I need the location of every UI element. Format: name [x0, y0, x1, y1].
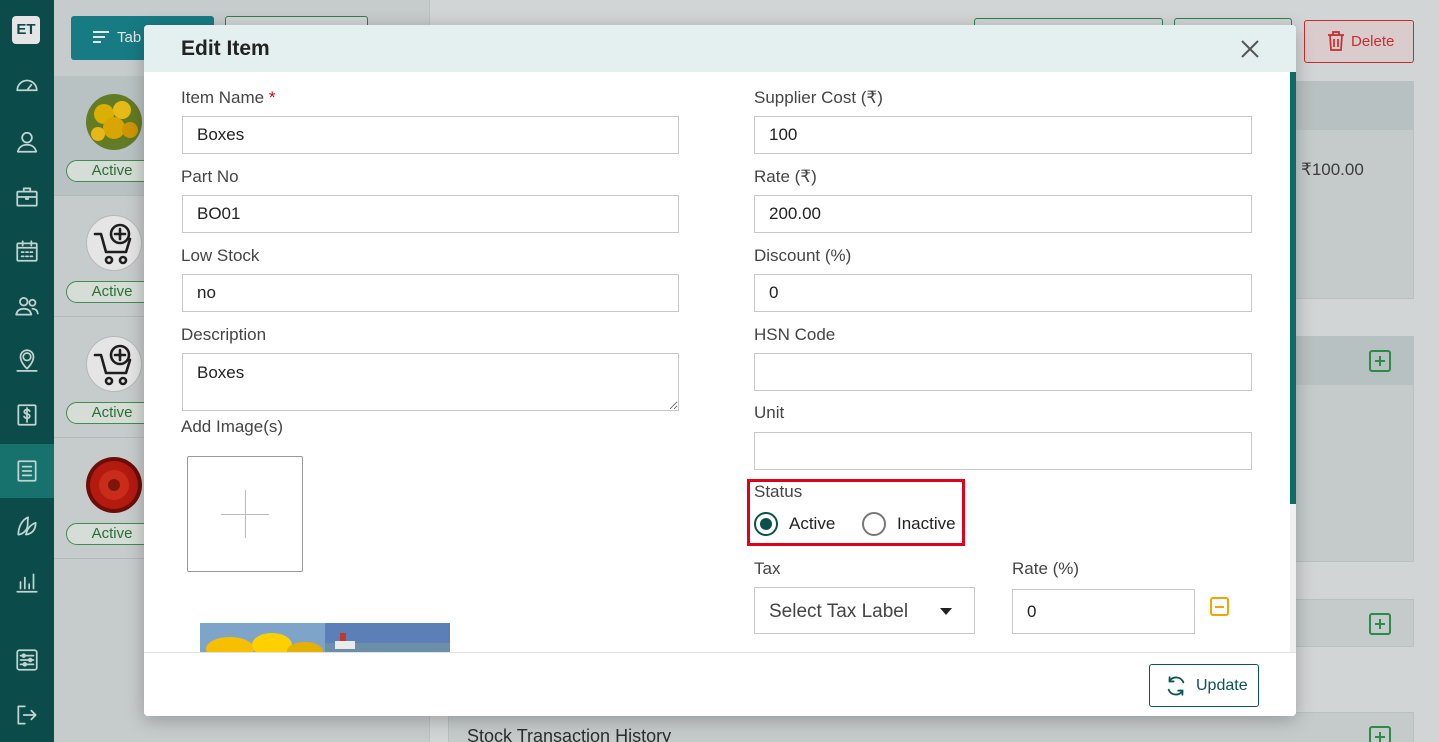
- discount-label: Discount (%): [754, 246, 852, 265]
- status-active-radio[interactable]: [754, 512, 778, 536]
- rate-input[interactable]: [754, 195, 1252, 233]
- modal-header: Edit Item: [144, 25, 1296, 72]
- tax-rate-input[interactable]: [1012, 589, 1195, 634]
- discount-input[interactable]: [754, 274, 1252, 312]
- unit-label: Unit: [754, 403, 785, 422]
- supplier-cost-label: Supplier Cost (₹): [754, 88, 883, 107]
- edit-item-modal: Edit Item Item Name * Part No Low Stock …: [144, 25, 1296, 716]
- rate-label: Rate (₹): [754, 167, 817, 186]
- required-mark: *: [268, 88, 276, 107]
- low-stock-label: Low Stock: [181, 246, 260, 265]
- image-preview: [200, 623, 450, 653]
- hsn-code-label: HSN Code: [754, 325, 836, 344]
- remove-tax-icon[interactable]: [1210, 597, 1229, 616]
- add-image-button[interactable]: [187, 456, 303, 572]
- item-name-label: Item Name *: [181, 88, 276, 107]
- low-stock-input[interactable]: [182, 274, 679, 312]
- tax-rate-label: Rate (%): [1012, 559, 1080, 578]
- hsn-code-input[interactable]: [754, 353, 1252, 391]
- caret-down-icon: [940, 608, 952, 615]
- tax-select-placeholder: Select Tax Label: [769, 601, 909, 622]
- description-textarea[interactable]: Boxes: [182, 353, 679, 411]
- status-label: Status: [754, 482, 803, 501]
- status-inactive-label[interactable]: Inactive: [897, 514, 956, 534]
- refresh-icon: [1167, 676, 1185, 696]
- supplier-cost-input[interactable]: [754, 116, 1252, 154]
- close-icon: [1241, 40, 1259, 58]
- tax-select[interactable]: Select Tax Label: [754, 587, 975, 634]
- part-no-input[interactable]: [182, 195, 679, 233]
- modal-title: Edit Item: [181, 37, 270, 60]
- add-images-label: Add Image(s): [181, 417, 284, 436]
- modal-scrollbar[interactable]: [1290, 72, 1296, 504]
- modal-footer: Update: [144, 652, 1296, 716]
- tax-label: Tax: [754, 559, 781, 578]
- status-inactive-radio[interactable]: [862, 512, 886, 536]
- item-name-input[interactable]: [182, 116, 679, 154]
- close-button[interactable]: [1238, 37, 1262, 61]
- unit-input[interactable]: [754, 432, 1252, 470]
- update-button[interactable]: Update: [1149, 664, 1259, 707]
- update-button-label: Update: [1196, 677, 1248, 694]
- part-no-label: Part No: [181, 167, 239, 186]
- status-active-label[interactable]: Active: [789, 514, 835, 534]
- description-label: Description: [181, 325, 267, 344]
